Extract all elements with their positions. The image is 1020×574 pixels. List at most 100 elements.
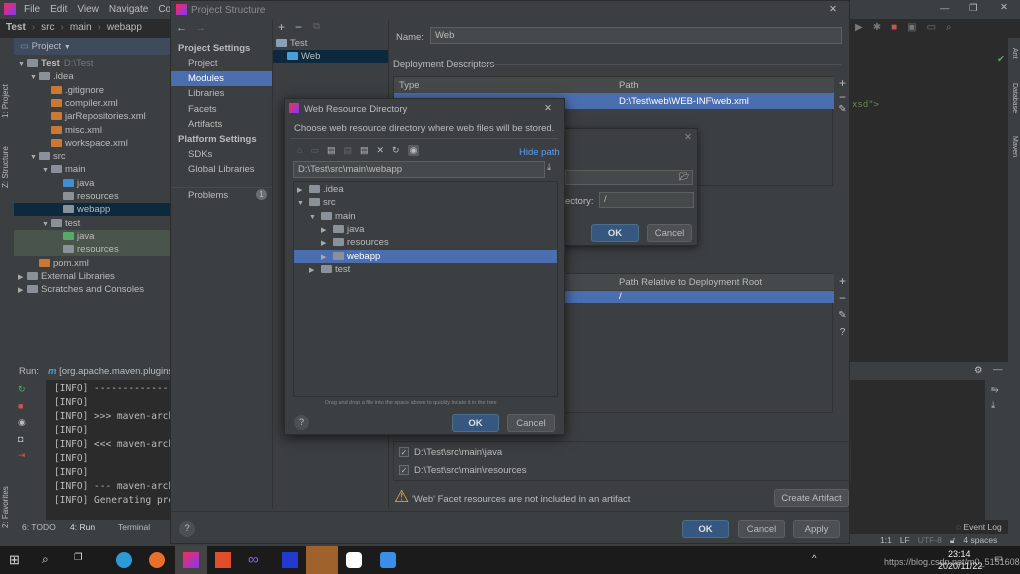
notification-icon[interactable]: ▭ [994, 553, 1003, 564]
download-icon[interactable]: ⤓ [547, 162, 551, 173]
project-tool-tab[interactable]: 1: Project [1, 68, 10, 118]
help-button[interactable]: ? [294, 415, 309, 430]
module-item-test[interactable]: Test [276, 37, 307, 50]
sidebar-item-global-libraries[interactable]: Global Libraries [171, 162, 272, 177]
settings-gear-icon[interactable]: ⚙ [974, 365, 983, 376]
breadcrumb-item[interactable]: src [41, 22, 54, 33]
edit-pencil-icon[interactable]: ✎ [834, 104, 851, 115]
checkbox-checked[interactable]: ✓ [399, 465, 409, 475]
expand-arrow-icon[interactable]: ▶ [321, 251, 330, 264]
sidebar-item-project[interactable]: Project [171, 56, 272, 71]
forward-arrow-icon[interactable]: → [195, 22, 206, 34]
cancel-button[interactable]: Cancel [738, 520, 785, 538]
search-icon[interactable]: ⌕ [42, 552, 49, 567]
apply-button[interactable]: Apply [793, 520, 840, 538]
path-input[interactable]: D:\Test\src\main\webapp [293, 161, 545, 178]
column-header-relative-path[interactable]: Path Relative to Deployment Root [619, 277, 762, 288]
hide-panel-icon[interactable]: — [993, 364, 1003, 375]
remove-icon[interactable]: − [834, 290, 851, 307]
sidebar-item-sdks[interactable]: SDKs [171, 147, 272, 162]
refresh-icon[interactable]: ↻ [392, 145, 400, 156]
editor[interactable]: xsd"> ✔ [850, 38, 1008, 362]
desktop-icon[interactable]: ▭ [310, 145, 319, 156]
lock-icon[interactable]: 🔓︎ [950, 535, 956, 546]
clock-date[interactable]: 2020/11/22 [938, 561, 982, 571]
event-log-button[interactable]: ◌ Event Log [956, 522, 1002, 532]
database-tool-tab[interactable]: Database [1011, 83, 1018, 113]
stop-icon[interactable]: ■ [891, 22, 897, 38]
expand-arrow-icon[interactable]: ▶ [18, 271, 27, 284]
eye-icon[interactable]: ◉ [18, 417, 32, 428]
menu-file[interactable]: File [24, 4, 40, 15]
delete-icon[interactable]: ✕ [377, 145, 385, 156]
tree-item[interactable]: ▼ .idea [14, 70, 170, 83]
directory-tree-item[interactable]: ▶ test [294, 263, 557, 276]
chevron-down-icon[interactable]: ▼ [64, 44, 71, 51]
sidebar-item-libraries[interactable]: Libraries [171, 86, 272, 101]
name-input[interactable]: Web [430, 27, 842, 44]
tree-item[interactable]: misc.xml [14, 124, 170, 137]
expand-arrow-icon[interactable]: ▼ [18, 58, 27, 71]
ok-button[interactable]: OK [591, 224, 639, 242]
camera-icon[interactable]: ◘ [18, 434, 32, 444]
tree-item[interactable]: compiler.xml [14, 97, 170, 110]
visual-studio-app-icon[interactable]: ∞ [248, 551, 259, 568]
maven-tool-tab[interactable]: Maven [1011, 136, 1018, 157]
module-folder-icon[interactable]: ▤ [343, 145, 352, 156]
help-icon[interactable]: ? [834, 324, 851, 341]
menu-navigate[interactable]: Navigate [109, 4, 148, 15]
app-icon[interactable] [282, 552, 298, 568]
ant-tool-tab[interactable]: Ant [1011, 48, 1018, 59]
create-artifact-button[interactable]: Create Artifact [774, 489, 849, 507]
expand-arrow-icon[interactable]: ▼ [42, 164, 51, 177]
baidu-netdisk-app-icon[interactable] [346, 552, 362, 568]
tree-item[interactable]: jarRepositories.xml [14, 110, 170, 123]
project-panel-header[interactable]: ▭ Project ▼ [14, 38, 170, 55]
directory-tree-item[interactable]: ▼ src [294, 196, 557, 209]
wps-app-icon[interactable] [380, 552, 396, 568]
tree-item[interactable]: ▼ src [14, 150, 170, 163]
hide-path-link[interactable]: Hide path [519, 147, 560, 158]
edit-pencil-icon[interactable]: ✎ [834, 307, 851, 324]
source-root-resources[interactable]: ✓ D:\Test\src\main\resources [399, 464, 526, 477]
stop-icon[interactable]: ■ [18, 401, 32, 411]
cancel-button[interactable]: Cancel [507, 414, 555, 432]
column-header-path[interactable]: Path [619, 80, 639, 91]
close-icon[interactable]: ✕ [684, 132, 692, 143]
tree-item[interactable]: .gitignore [14, 84, 170, 97]
debug-icon[interactable]: ✱ [873, 22, 881, 38]
problems-item[interactable]: Problems 1 [171, 187, 272, 201]
expand-arrow-icon[interactable]: ▶ [321, 224, 330, 237]
tree-item[interactable]: ▼ main [14, 163, 170, 176]
close-icon[interactable]: ✕ [544, 103, 552, 114]
clock-time[interactable]: 23:14 [948, 549, 971, 559]
breadcrumb-item[interactable]: Test [6, 22, 26, 33]
expand-arrow-icon[interactable]: ▶ [309, 264, 318, 277]
tree-item[interactable]: resources [14, 243, 170, 257]
cancel-button[interactable]: Cancel [647, 224, 692, 242]
minimize-button[interactable]: — [940, 3, 950, 14]
remove-icon[interactable]: − [295, 20, 302, 34]
firefox-app-icon[interactable] [149, 552, 165, 568]
add-icon[interactable]: + [834, 76, 851, 90]
tree-item[interactable]: pom.xml [14, 257, 170, 270]
caret-position[interactable]: 1:1 [880, 535, 892, 546]
file-encoding[interactable]: UTF-8 [918, 535, 942, 546]
project-folder-icon[interactable]: ▤ [327, 145, 336, 156]
relative-path-input[interactable]: / [599, 192, 694, 208]
console-output[interactable]: [INFO] --------------- [INFO] [INFO] >>> m… [46, 380, 170, 520]
tree-item[interactable]: resources [14, 190, 170, 203]
directory-input[interactable]: 📂︎ [565, 170, 693, 185]
user-app-icon[interactable] [306, 546, 338, 574]
checkbox-checked[interactable]: ✓ [399, 447, 409, 457]
breadcrumb-item[interactable]: webapp [107, 22, 142, 33]
terminal-icon[interactable]: ▭ [927, 22, 936, 38]
directory-tree-item[interactable]: ▶ .idea [294, 183, 557, 196]
sidebar-item-facets[interactable]: Facets [171, 102, 272, 117]
menu-view[interactable]: View [77, 4, 99, 15]
tray-chevron-icon[interactable]: ^ [812, 553, 816, 564]
run-icon[interactable]: ▶ [855, 22, 863, 38]
run-config-tab[interactable]: m [org.apache.maven.plugins: [48, 366, 176, 377]
soft-wrap-icon[interactable]: ⥱ [991, 384, 999, 395]
intellij-app-icon[interactable] [175, 546, 207, 574]
